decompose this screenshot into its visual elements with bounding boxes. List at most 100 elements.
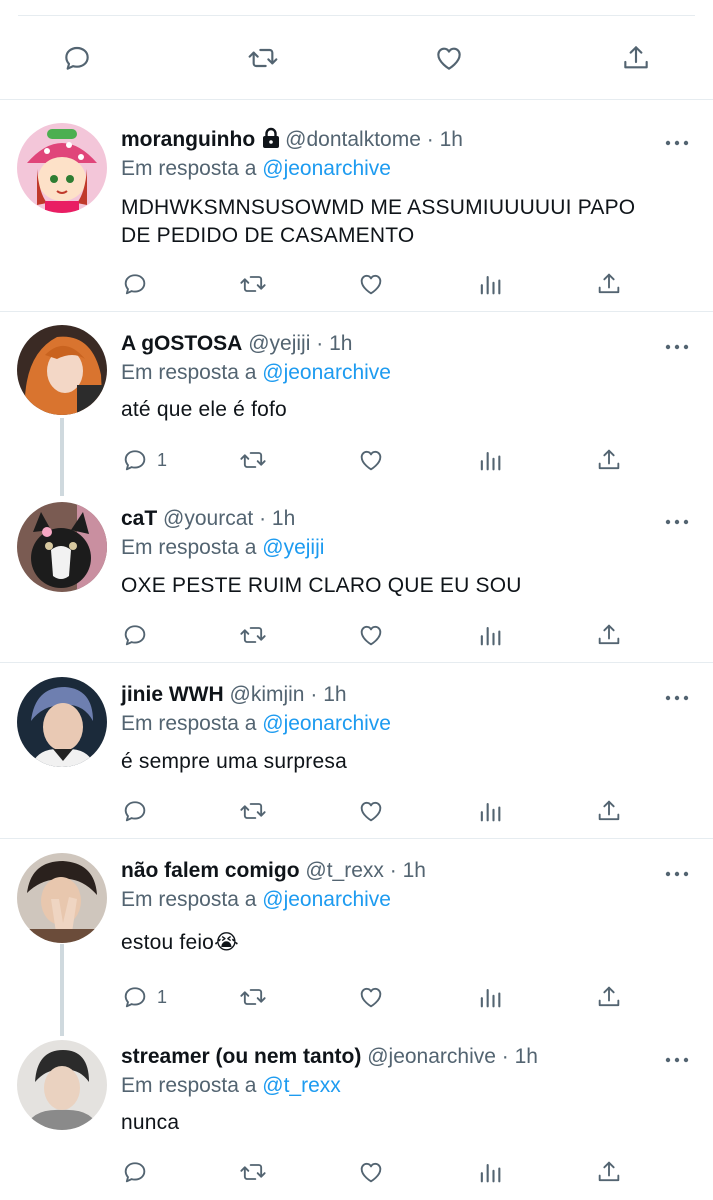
mention-link[interactable]: @yejiji <box>262 536 324 559</box>
separator-dot: · <box>426 128 434 151</box>
reply-button[interactable] <box>121 1157 157 1187</box>
tweet[interactable]: A gOSTOSA @yejiji · 1h Em resposta a @je… <box>0 312 713 496</box>
tweet[interactable]: streamer (ou nem tanto) @jeonarchive · 1… <box>0 1028 713 1200</box>
avatar[interactable] <box>17 502 107 592</box>
share-button[interactable] <box>595 445 623 475</box>
share-button[interactable] <box>595 1157 623 1187</box>
like-button[interactable] <box>357 620 385 650</box>
tweet-text-line: DE PEDIDO DE CASAMENTO <box>121 224 415 247</box>
share-icon <box>595 1158 623 1186</box>
timestamp[interactable]: 1h <box>440 128 463 151</box>
like-icon <box>357 797 385 825</box>
retweet-button[interactable] <box>239 269 267 299</box>
handle[interactable]: @yourcat <box>163 507 253 530</box>
timestamp[interactable]: 1h <box>329 332 352 355</box>
more-options-icon[interactable] <box>665 864 689 884</box>
like-icon <box>357 983 385 1011</box>
tweet[interactable]: caT @yourcat · 1h Em resposta a @yejiji … <box>0 488 713 663</box>
share-button[interactable] <box>616 38 656 78</box>
avatar-image-cat <box>17 502 107 592</box>
like-button[interactable] <box>357 269 385 299</box>
share-button[interactable] <box>595 620 623 650</box>
display-name[interactable]: moranguinho <box>121 128 255 151</box>
retweet-button[interactable] <box>243 38 283 78</box>
tweet[interactable]: não falem comigo @t_rexx · 1h Em respost… <box>0 840 713 1036</box>
timestamp[interactable]: 1h <box>403 859 426 882</box>
analytics-button[interactable] <box>476 445 504 475</box>
reply-icon <box>121 446 149 474</box>
display-name[interactable]: não falem comigo <box>121 859 300 882</box>
analytics-button[interactable] <box>476 796 504 826</box>
replying-to: Em resposta a @jeonarchive <box>121 360 391 386</box>
tweet[interactable]: jinie WWH @kimjin · 1h Em resposta a @je… <box>0 664 713 839</box>
tweet[interactable]: moranguinho @dontalktome · 1h Em resposta… <box>0 100 713 312</box>
tweet-header: não falem comigo @t_rexx · 1h <box>121 858 426 884</box>
like-button[interactable] <box>357 1157 385 1187</box>
replying-to-label: Em resposta a <box>121 1074 257 1097</box>
replying-to-label: Em resposta a <box>121 157 257 180</box>
reply-button[interactable] <box>121 269 157 299</box>
handle[interactable]: @jeonarchive <box>367 1045 496 1068</box>
reply-button[interactable] <box>57 38 97 78</box>
handle[interactable]: @kimjin <box>230 683 305 706</box>
retweet-button[interactable] <box>239 1157 267 1187</box>
like-button[interactable] <box>429 38 469 78</box>
separator-dot: · <box>310 683 318 706</box>
mention-link[interactable]: @jeonarchive <box>262 888 391 911</box>
replying-to: Em resposta a @jeonarchive <box>121 156 391 182</box>
more-options-icon[interactable] <box>665 1050 689 1070</box>
avatar-image-person <box>17 325 107 415</box>
reply-button[interactable] <box>121 796 157 826</box>
display-name[interactable]: caT <box>121 507 157 530</box>
like-button[interactable] <box>357 796 385 826</box>
more-options-icon[interactable] <box>665 512 689 532</box>
share-button[interactable] <box>595 982 623 1012</box>
mention-link[interactable]: @jeonarchive <box>262 157 391 180</box>
reply-button[interactable] <box>121 620 157 650</box>
timestamp[interactable]: 1h <box>272 507 295 530</box>
analytics-icon <box>476 983 504 1011</box>
retweet-button[interactable] <box>239 620 267 650</box>
retweet-button[interactable] <box>239 445 267 475</box>
replying-to: Em resposta a @t_rexx <box>121 1073 341 1099</box>
avatar[interactable] <box>17 1040 107 1130</box>
more-options-icon[interactable] <box>665 688 689 708</box>
analytics-button[interactable] <box>476 982 504 1012</box>
replying-to-label: Em resposta a <box>121 888 257 911</box>
action-bar: 1 <box>121 445 681 475</box>
previous-tweet-actions <box>0 0 713 100</box>
avatar[interactable] <box>17 123 107 213</box>
display-name[interactable]: streamer (ou nem tanto) <box>121 1045 361 1068</box>
analytics-button[interactable] <box>476 269 504 299</box>
mention-link[interactable]: @t_rexx <box>262 1074 341 1097</box>
reply-button[interactable]: 1 <box>121 982 167 1012</box>
divider <box>18 15 695 16</box>
handle[interactable]: @t_rexx <box>305 859 384 882</box>
reply-button[interactable]: 1 <box>121 445 167 475</box>
more-options-icon[interactable] <box>665 133 689 153</box>
like-icon <box>437 47 461 70</box>
avatar[interactable] <box>17 325 107 415</box>
like-button[interactable] <box>357 982 385 1012</box>
retweet-button[interactable] <box>239 982 267 1012</box>
avatar[interactable] <box>17 677 107 767</box>
share-button[interactable] <box>595 796 623 826</box>
mention-link[interactable]: @jeonarchive <box>262 361 391 384</box>
timestamp[interactable]: 1h <box>323 683 346 706</box>
mention-link[interactable]: @jeonarchive <box>262 712 391 735</box>
more-options-icon[interactable] <box>665 337 689 357</box>
timestamp[interactable]: 1h <box>515 1045 538 1068</box>
handle[interactable]: @dontalktome <box>285 128 421 151</box>
analytics-button[interactable] <box>476 620 504 650</box>
tweet-text-line: OXE PESTE RUIM CLARO QUE EU SOU <box>121 574 522 597</box>
display-name[interactable]: A gOSTOSA <box>121 332 242 355</box>
avatar[interactable] <box>17 853 107 943</box>
display-name[interactable]: jinie WWH <box>121 683 224 706</box>
like-button[interactable] <box>357 445 385 475</box>
retweet-button[interactable] <box>239 796 267 826</box>
share-button[interactable] <box>595 269 623 299</box>
reply-icon <box>121 797 149 825</box>
like-icon <box>357 621 385 649</box>
analytics-button[interactable] <box>476 1157 504 1187</box>
handle[interactable]: @yejiji <box>248 332 310 355</box>
